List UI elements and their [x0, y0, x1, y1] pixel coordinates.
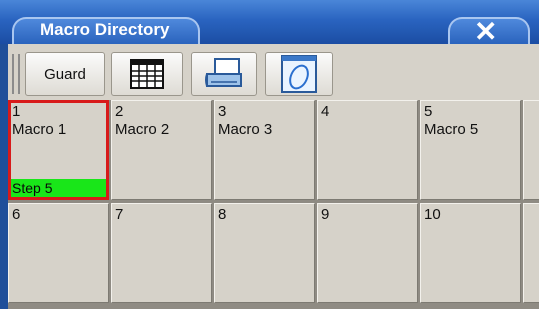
macro-name: Macro 5: [424, 121, 479, 138]
macro-directory-window: Macro Directory ✕ Guard 1 Macro 1 Step 5…: [0, 0, 539, 309]
macro-status-bar: Step 5: [11, 179, 106, 197]
guard-label: Guard: [44, 65, 86, 83]
content-area: Guard 1 Macro 1 Step 5 2 Macro 2 3 Macro…: [8, 44, 539, 309]
macro-name: Macro 3: [218, 121, 273, 138]
macro-name: Macro 1: [12, 121, 67, 138]
macro-number: 4: [321, 103, 330, 120]
edit-button[interactable]: [265, 52, 333, 96]
macro-grid: 1 Macro 1 Step 5 2 Macro 2 3 Macro 3 4 5…: [8, 100, 539, 309]
macro-number: 6: [12, 206, 21, 223]
macro-cell-8[interactable]: 8: [214, 203, 315, 303]
macro-number: 7: [115, 206, 124, 223]
grid-view-button[interactable]: [111, 52, 183, 96]
macro-cell-4[interactable]: 4: [317, 100, 418, 200]
macro-number: 3: [218, 103, 227, 120]
macro-number: 1: [12, 103, 21, 120]
macro-cell-9[interactable]: 9: [317, 203, 418, 303]
toolbar: Guard: [8, 48, 539, 100]
edit-shape-icon: [281, 55, 317, 93]
macro-number: 9: [321, 206, 330, 223]
macro-name: Macro 2: [115, 121, 170, 138]
macro-cell-10[interactable]: 10: [420, 203, 521, 303]
macro-cell-1[interactable]: 1 Macro 1 Step 5: [8, 100, 109, 200]
macro-cell-7[interactable]: 7: [111, 203, 212, 303]
macro-number: 8: [218, 206, 227, 223]
macro-cell-5[interactable]: 5 Macro 5: [420, 100, 521, 200]
printer-icon: [205, 58, 242, 87]
macro-cell-2[interactable]: 2 Macro 2: [111, 100, 212, 200]
window-title: Macro Directory: [40, 20, 170, 39]
print-button[interactable]: [191, 52, 257, 96]
macro-cell-6[interactable]: 6: [8, 203, 109, 303]
macro-cell-partial: [523, 100, 539, 200]
grid-view-icon: [130, 59, 164, 89]
title-bar: Macro Directory ✕: [0, 0, 539, 47]
macro-number: 5: [424, 103, 433, 120]
macro-number: 10: [424, 206, 441, 223]
macro-cell-3[interactable]: 3 Macro 3: [214, 100, 315, 200]
macro-cell-partial: [523, 203, 539, 303]
macro-number: 2: [115, 103, 124, 120]
close-button[interactable]: ✕: [448, 16, 530, 47]
guard-button[interactable]: Guard: [25, 52, 105, 96]
toolbar-grip-handle[interactable]: [12, 54, 20, 94]
